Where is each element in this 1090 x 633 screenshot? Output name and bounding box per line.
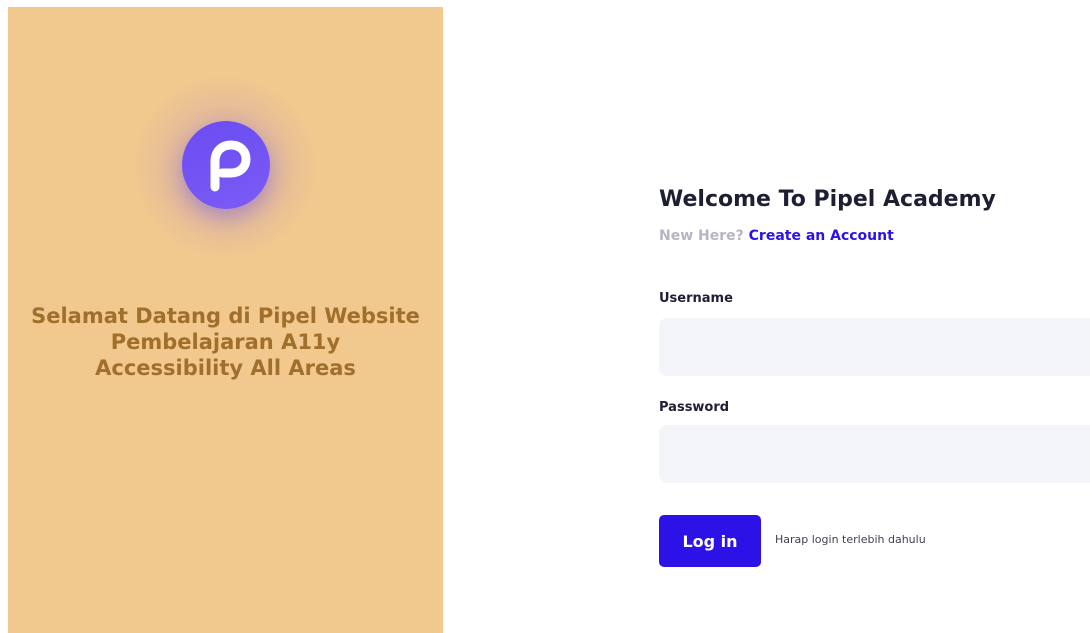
password-label: Password <box>659 400 730 415</box>
signup-prompt: New Here? Create an Account <box>659 228 894 244</box>
aside-title-line-2: Pembelajaran A11y <box>110 330 341 354</box>
login-button[interactable]: Log in <box>659 515 761 567</box>
password-input[interactable] <box>659 425 1090 483</box>
create-account-link[interactable]: Create an Account <box>749 228 894 244</box>
new-here-text: New Here? <box>659 228 744 244</box>
welcome-aside-panel: Selamat Datang di Pipel Website Pembelaj… <box>8 7 443 633</box>
aside-title-line-1: Selamat Datang di Pipel Website <box>31 304 420 328</box>
login-page: Selamat Datang di Pipel Website Pembelaj… <box>0 0 1090 633</box>
username-input[interactable] <box>659 318 1090 376</box>
pipel-logo-glyph <box>210 140 251 192</box>
aside-title-line-3: Accessibility All Areas <box>95 356 356 380</box>
pipel-logo-icon <box>182 121 270 209</box>
page-title: Welcome To Pipel Academy <box>659 187 996 212</box>
aside-welcome-title: Selamat Datang di Pipel Website Pembelaj… <box>8 303 443 381</box>
username-label: Username <box>659 291 733 306</box>
login-hint-text: Harap login terlebih dahulu <box>775 533 926 546</box>
